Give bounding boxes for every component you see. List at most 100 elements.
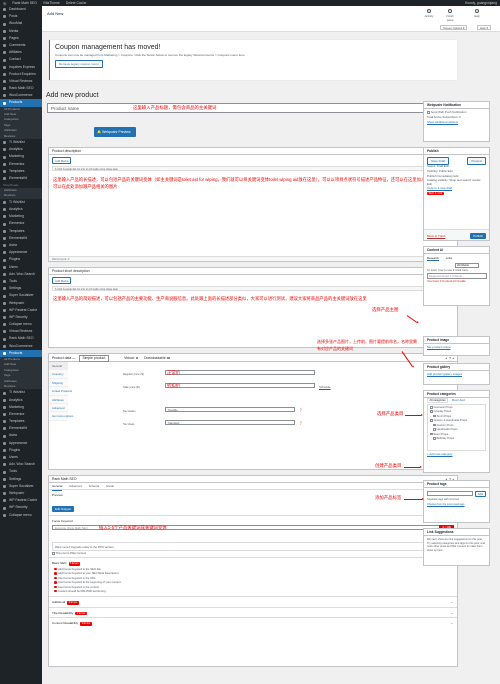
webpushr-preview-button[interactable]: 🔔 Webpushr Preview <box>94 127 136 137</box>
set-product-image-link[interactable]: Set product image <box>424 344 489 351</box>
sidebar-item[interactable]: Marketing <box>0 213 42 220</box>
sidebar-item[interactable]: Settings <box>0 476 42 483</box>
downloadable-checkbox[interactable]: Downloadable: <box>144 356 171 360</box>
sidebar-item[interactable]: Analytics <box>0 206 42 213</box>
sidebar-item[interactable]: WooCommerce <box>0 343 42 350</box>
sidebar-item[interactable]: Settings <box>0 285 42 292</box>
regular-price-input[interactable] <box>165 370 315 375</box>
schedule-link[interactable]: Schedule <box>319 385 331 389</box>
tab-shipping[interactable]: Shipping <box>49 378 68 388</box>
sidebar-item[interactable]: Analytics <box>0 397 42 404</box>
tab-general[interactable]: General <box>52 484 63 491</box>
tab-links[interactable]: Links <box>446 256 453 260</box>
tab-most-used[interactable]: Most Used <box>452 399 465 402</box>
sidebar-item[interactable]: Plugins <box>0 256 42 263</box>
sidebar-item[interactable]: Inquiries Express <box>0 64 42 71</box>
sidebar-item[interactable]: Posts <box>0 13 42 20</box>
sidebar-item[interactable]: Adv. Woo Search <box>0 271 42 278</box>
tab-schema[interactable]: Schema <box>89 484 100 488</box>
tab-all-categories[interactable]: All categories <box>427 398 449 403</box>
category-item[interactable]: Birthday Props <box>430 436 483 441</box>
tab-advanced[interactable]: Advanced <box>69 484 82 488</box>
sidebar-item[interactable]: Webpushr <box>0 300 42 307</box>
save-draft-button[interactable]: Save Draft <box>427 157 450 165</box>
most-used-tags-link[interactable]: Choose from the most used tags <box>424 502 489 507</box>
preview-button[interactable]: Preview <box>467 157 486 165</box>
publish-button[interactable]: Publish <box>470 232 486 239</box>
add-media-button[interactable]: Add Media <box>52 157 72 165</box>
sidebar-item[interactable]: Products <box>0 349 42 357</box>
sidebar-item[interactable]: Comments <box>0 42 42 49</box>
sidebar-item[interactable]: Astra <box>0 242 42 249</box>
sidebar-item[interactable]: Templates <box>0 168 42 175</box>
move-to-trash-link[interactable]: Move to Trash <box>427 234 445 238</box>
add-category-link[interactable]: + Add new category <box>424 452 489 457</box>
add-tag-button[interactable]: Add <box>474 491 486 497</box>
sidebar-item[interactable]: Super Socializer <box>0 483 42 490</box>
sidebar-item[interactable]: WooMail <box>0 20 42 27</box>
keyword-input[interactable]: Suggested length 2-3 Words <box>427 273 487 279</box>
sidebar-item[interactable]: Adv. Woo Search <box>0 461 42 468</box>
remove-legacy-coupon-button[interactable]: Remove legacy coupon menu <box>55 60 103 69</box>
tab-linked-products[interactable]: Linked Products <box>49 387 72 396</box>
basic-seo-section[interactable]: Basic SEO5 Errors⌃ <box>49 557 457 568</box>
sidebar-item[interactable]: Templates <box>0 418 42 425</box>
annotation-description[interactable]: 这里输入产品的长描述，可以包括产品的关键词变体（如主关键词是toilet aid… <box>49 171 457 195</box>
sidebar-item[interactable]: WP Fastest Cache <box>0 497 42 504</box>
sidebar-item[interactable]: Plugins <box>0 447 42 454</box>
upgrade-notice[interactable]: Want more? Upgrade today to the PRO vers… <box>52 542 454 551</box>
sidebar-item[interactable]: Tools <box>0 278 42 285</box>
sidebar-item[interactable]: Super Socializer <box>0 292 42 299</box>
sale-price-input[interactable] <box>165 383 315 388</box>
sidebar-item[interactable]: Pages <box>0 35 42 42</box>
screen-options-button[interactable]: Screen Options ▾ <box>440 25 468 30</box>
sidebar-item[interactable]: Affiliates <box>0 49 42 56</box>
sidebar-item[interactable]: Templates <box>0 228 42 235</box>
country-select[interactable]: Worldwide <box>455 263 479 268</box>
tab-advanced[interactable]: Advanced <box>49 403 68 413</box>
catalog-visibility-row[interactable]: Catalog visibility: Shop and search resu… <box>427 178 486 186</box>
activity-icon[interactable]: Activity <box>422 9 436 18</box>
sidebar-item[interactable]: Users <box>0 264 42 271</box>
sidebar-item[interactable]: Appearance <box>0 249 42 256</box>
sidebar-item[interactable]: Virtual Reviews <box>0 328 42 335</box>
adminbar-item[interactable]: Rank Math SEO <box>12 1 37 5</box>
sidebar-item[interactable]: ElementsKit <box>0 175 42 182</box>
content-readability-section[interactable]: Content Readability 4 Errors ⌄ <box>49 617 457 628</box>
help-button[interactable]: Help ▾ <box>477 25 491 30</box>
sidebar-item[interactable]: WP Security <box>0 314 42 321</box>
title-readability-section[interactable]: Title Readability 4 Errors ⌄ <box>49 606 457 618</box>
howdy-user[interactable]: Howdy, guangxiqiang <box>465 1 497 5</box>
sidebar-item[interactable]: Virtual Reviews <box>0 78 42 85</box>
sidebar-item[interactable]: Marketing <box>0 153 42 160</box>
sidebar-item[interactable]: Tools <box>0 468 42 475</box>
sidebar-item[interactable]: Product Enquiries <box>0 71 42 78</box>
sidebar-item[interactable]: Products <box>0 99 42 107</box>
adminbar-item[interactable]: VillaTheme <box>43 1 60 5</box>
sidebar-item[interactable]: Dashboard <box>0 6 42 13</box>
annotation-short-description[interactable]: 这里输入产品的简短描述，可以包括产品的主要功能、生产商说服信息。此处跟上面的长描… <box>49 291 457 306</box>
sidebar-item[interactable]: WooCommerce <box>0 92 42 99</box>
wordpress-logo-icon[interactable]: Ⓦ <box>3 1 6 6</box>
sidebar-item[interactable]: Contact <box>0 56 42 63</box>
sidebar-item[interactable]: WP Security <box>0 504 42 511</box>
sidebar-item[interactable]: Analytics <box>0 146 42 153</box>
add-media-button[interactable]: Add Media <box>52 277 72 285</box>
sidebar-item[interactable]: TI Wishlist <box>0 199 42 206</box>
sidebar-item[interactable]: Marketing <box>0 404 42 411</box>
sidebar-item[interactable]: Collapse menu <box>0 321 42 328</box>
sidebar-item[interactable]: Media <box>0 28 42 35</box>
tab-inventory[interactable]: Inventory <box>49 370 68 379</box>
sidebar-item[interactable]: ElementsKit <box>0 235 42 242</box>
adminbar-item[interactable]: Delete Cache <box>66 1 87 5</box>
sidebar-item[interactable]: Elementor <box>0 411 42 418</box>
sidebar-item[interactable]: Elementor <box>0 220 42 227</box>
sidebar-item[interactable]: TI Wishlist <box>0 389 42 396</box>
sidebar-item[interactable]: Rank Math SEO <box>0 85 42 92</box>
sidebar-item[interactable]: WP Fastest Cache <box>0 307 42 314</box>
product-name-input[interactable]: Product name <box>47 103 458 113</box>
tab-general[interactable]: General <box>49 362 68 371</box>
additional-section[interactable]: Additional 6 Errors ⌄ <box>49 596 457 607</box>
finish-setup-icon[interactable]: Finish setup <box>443 9 457 22</box>
sidebar-item[interactable]: Astra <box>0 432 42 439</box>
